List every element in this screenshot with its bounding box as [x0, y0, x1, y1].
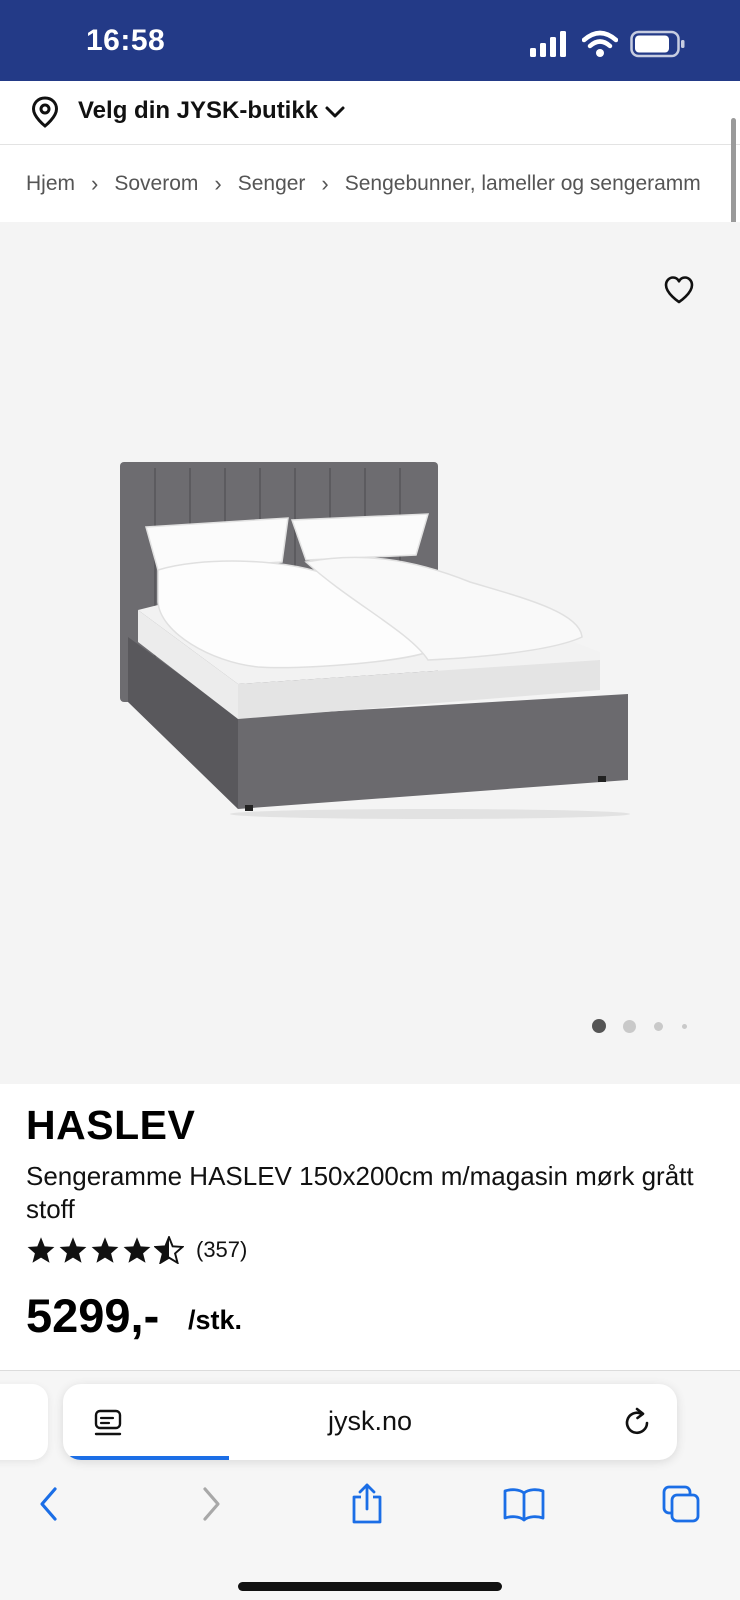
battery-icon	[630, 30, 685, 58]
signal-icon	[530, 31, 566, 57]
gallery-dot-2[interactable]	[623, 1019, 636, 1033]
address-bar[interactable]: jysk.no	[63, 1384, 677, 1460]
chevron-right-icon: ›	[321, 171, 329, 196]
reload-icon[interactable]	[623, 1406, 653, 1438]
share-button[interactable]	[342, 1479, 392, 1529]
chevron-right-icon: ›	[214, 171, 222, 196]
breadcrumb-sengebunner[interactable]: Sengebunner, lameller og sengeramm	[345, 172, 701, 196]
product-description: Sengeramme HASLEV 150x200cm m/magasin mø…	[26, 1161, 694, 1224]
product-info: HASLEV Sengeramme HASLEV 150x200cm m/mag…	[0, 1084, 740, 1370]
previous-tab-preview[interactable]	[0, 1384, 48, 1460]
tabs-icon	[662, 1485, 700, 1523]
half-star-icon	[154, 1236, 184, 1264]
chevron-down-icon	[325, 106, 345, 118]
price-unit: /stk.	[188, 1305, 243, 1335]
heart-icon[interactable]	[663, 275, 695, 305]
gallery-dot-1[interactable]	[592, 1019, 606, 1033]
product-price: 5299,-	[26, 1289, 160, 1342]
star-icon	[91, 1237, 119, 1263]
gallery-pagination[interactable]	[592, 1019, 687, 1033]
star-icon	[59, 1237, 87, 1263]
store-selector-label: Velg din JYSK-butikk	[78, 97, 319, 124]
star-icon	[27, 1237, 55, 1263]
star-icon	[123, 1237, 151, 1263]
home-indicator[interactable]	[238, 1582, 502, 1591]
bed-product-image	[120, 462, 630, 819]
status-time: 16:58	[86, 24, 166, 57]
forward-button[interactable]	[186, 1479, 236, 1529]
browser-chrome: jysk.no	[0, 1370, 740, 1600]
breadcrumb-senger[interactable]: Senger	[238, 172, 306, 196]
gallery-dot-3[interactable]	[654, 1021, 663, 1031]
share-icon	[352, 1483, 382, 1524]
breadcrumb-home[interactable]: Hjem	[26, 172, 75, 196]
breadcrumb: Hjem › Soverom › Senger › Sengebunner, l…	[0, 145, 740, 222]
product-rating[interactable]: (357)	[26, 1236, 247, 1264]
breadcrumb-soverom[interactable]: Soverom	[114, 172, 198, 196]
rating-stars	[26, 1236, 184, 1264]
forward-icon	[203, 1487, 220, 1521]
store-selector[interactable]: Velg din JYSK-butikk	[0, 81, 740, 145]
status-bar: 16:58	[0, 0, 740, 81]
page-load-progress	[63, 1456, 229, 1460]
review-count[interactable]: (357)	[196, 1237, 247, 1263]
status-icons	[530, 30, 686, 58]
bookmarks-icon	[503, 1488, 545, 1522]
bookmarks-button[interactable]	[499, 1479, 549, 1529]
product-brand: HASLEV	[26, 1102, 196, 1148]
back-button[interactable]	[24, 1479, 74, 1529]
tabs-button[interactable]	[656, 1479, 706, 1529]
url-text[interactable]: jysk.no	[63, 1406, 677, 1437]
chevron-right-icon: ›	[91, 171, 99, 196]
product-gallery[interactable]	[0, 222, 740, 1084]
location-pin-icon	[31, 96, 59, 128]
gallery-dot-4[interactable]	[682, 1023, 687, 1029]
browser-toolbar	[0, 1479, 740, 1539]
back-icon	[40, 1487, 57, 1521]
wifi-icon	[582, 30, 618, 57]
